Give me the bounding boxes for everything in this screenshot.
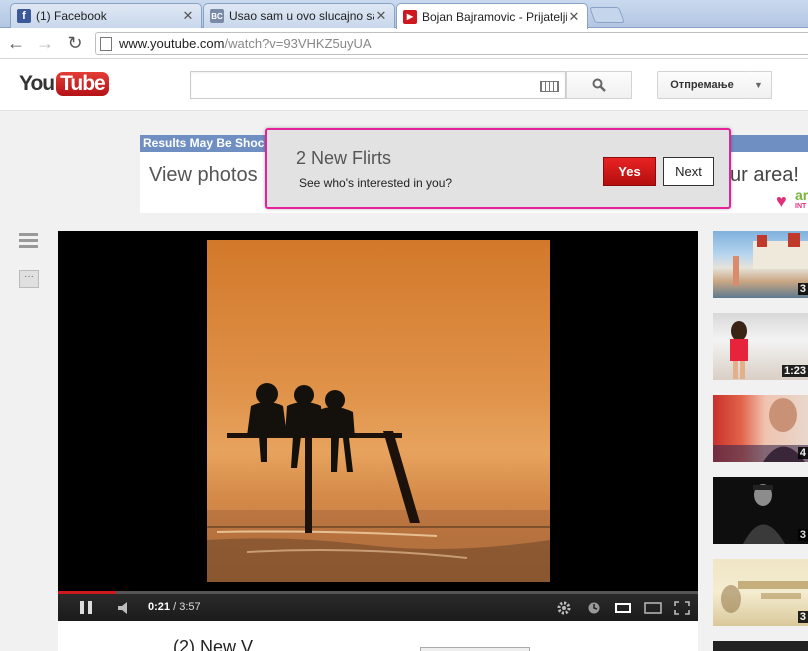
small-player-icon[interactable] bbox=[612, 594, 634, 621]
related-video-thumb[interactable]: 1:23 bbox=[713, 313, 808, 380]
tab-title: Usao sam u ovo slucajno sad bbox=[229, 9, 374, 23]
heart-icon: ♥ bbox=[776, 191, 787, 211]
thumb-scene bbox=[721, 581, 808, 613]
related-video-thumb[interactable]: 3 bbox=[713, 231, 808, 298]
video-duration: 1:23 bbox=[781, 365, 808, 377]
large-player-icon[interactable] bbox=[642, 594, 664, 621]
popup-title: 2 New Flirts bbox=[296, 148, 392, 168]
flirt-popup: 2 New Flirts See who's interested in you… bbox=[265, 128, 731, 209]
current-time: 0:21 bbox=[148, 601, 171, 613]
video-frame[interactable] bbox=[207, 240, 550, 582]
logo-you: You bbox=[19, 72, 55, 95]
ad-left-text: View photos bbox=[149, 164, 258, 186]
guide-menu-icon[interactable] bbox=[19, 233, 38, 249]
related-video-thumb[interactable] bbox=[713, 641, 808, 651]
url-domain: www.youtube.com bbox=[119, 36, 225, 51]
tab-facebook[interactable]: f (1) Facebook ✕ bbox=[10, 3, 202, 28]
tab-title: (1) Facebook bbox=[36, 9, 107, 23]
related-video-thumb[interactable]: 3 bbox=[713, 559, 808, 626]
search-button[interactable] bbox=[566, 71, 632, 99]
fullscreen-icon[interactable] bbox=[671, 594, 693, 621]
video-player[interactable]: 0:21 / 3:57 bbox=[58, 231, 698, 621]
ad-brand: ar bbox=[795, 187, 808, 203]
new-tab-button[interactable] bbox=[589, 7, 625, 23]
thumb-scene bbox=[713, 398, 808, 462]
total-time: / 3:57 bbox=[173, 601, 201, 613]
tab-youtube[interactable]: ▶ Bojan Bajramovic - Prijatelji (M ✕ bbox=[396, 3, 588, 29]
video-duration: 4 bbox=[797, 447, 808, 459]
time-display: 0:21 / 3:57 bbox=[148, 601, 201, 613]
address-bar[interactable]: www.youtube.com/watch?v=93VHKZ5uyUA bbox=[95, 32, 808, 55]
related-video-thumb[interactable]: 4 bbox=[713, 395, 808, 462]
video-scene bbox=[207, 383, 550, 582]
pause-icon[interactable] bbox=[76, 594, 96, 621]
below-player-ad: (2) New V bbox=[58, 621, 698, 651]
popup-text: See who's interested in you? bbox=[299, 176, 453, 190]
page-icon bbox=[100, 36, 112, 51]
tab-story[interactable]: BC Usao sam u ovo slucajno sad ✕ bbox=[203, 3, 395, 28]
youtube-header: You Tube Отпремање ▼ bbox=[0, 59, 808, 111]
video-duration: 3 bbox=[797, 529, 808, 541]
more-icon[interactable]: ··· bbox=[19, 270, 39, 288]
gear-icon[interactable] bbox=[553, 594, 575, 621]
related-video-thumb[interactable]: 3 bbox=[713, 477, 808, 544]
thumb-scene bbox=[733, 233, 808, 286]
search-icon bbox=[592, 78, 606, 92]
upload-button[interactable]: Отпремање bbox=[657, 71, 747, 99]
youtube-logo[interactable]: You Tube bbox=[19, 72, 109, 96]
page-icon: BC bbox=[210, 9, 224, 23]
tab-strip: f (1) Facebook ✕ BC Usao sam u ovo sluca… bbox=[0, 0, 808, 29]
youtube-icon: ▶ bbox=[403, 9, 417, 24]
thumb-scene bbox=[743, 484, 785, 544]
ad-right-text: ur area! bbox=[730, 164, 799, 186]
forward-arrow-icon[interactable]: → bbox=[33, 32, 57, 54]
back-arrow-icon[interactable]: ← bbox=[4, 32, 28, 54]
below-input[interactable] bbox=[420, 647, 530, 651]
url-path: /watch?v=93VHKZ5uyUA bbox=[224, 36, 372, 51]
player-controls: 0:21 / 3:57 bbox=[58, 594, 698, 621]
close-icon[interactable]: ✕ bbox=[567, 9, 581, 25]
chevron-down-icon[interactable]: ▼ bbox=[746, 71, 772, 99]
next-button[interactable]: Next bbox=[663, 157, 714, 186]
watch-later-icon[interactable] bbox=[584, 594, 604, 621]
facebook-icon: f bbox=[17, 9, 31, 23]
close-icon[interactable]: ✕ bbox=[181, 8, 195, 24]
close-icon[interactable]: ✕ bbox=[374, 8, 388, 24]
keyboard-icon[interactable] bbox=[540, 81, 559, 92]
video-duration: 3 bbox=[797, 611, 808, 623]
reload-icon[interactable]: ↻ bbox=[63, 32, 87, 54]
logo-tube: Tube bbox=[56, 72, 109, 96]
tab-title: Bojan Bajramovic - Prijatelji (M bbox=[422, 9, 567, 24]
video-duration: 3 bbox=[797, 283, 808, 295]
below-headline: (2) New V bbox=[173, 637, 254, 651]
volume-icon[interactable] bbox=[115, 594, 135, 621]
browser-toolbar: ← → ↻ www.youtube.com/watch?v=93VHKZ5uyU… bbox=[0, 28, 808, 59]
ad-brand-sub: INT bbox=[795, 203, 807, 210]
yes-button[interactable]: Yes bbox=[603, 157, 656, 186]
search-input[interactable] bbox=[190, 71, 566, 99]
